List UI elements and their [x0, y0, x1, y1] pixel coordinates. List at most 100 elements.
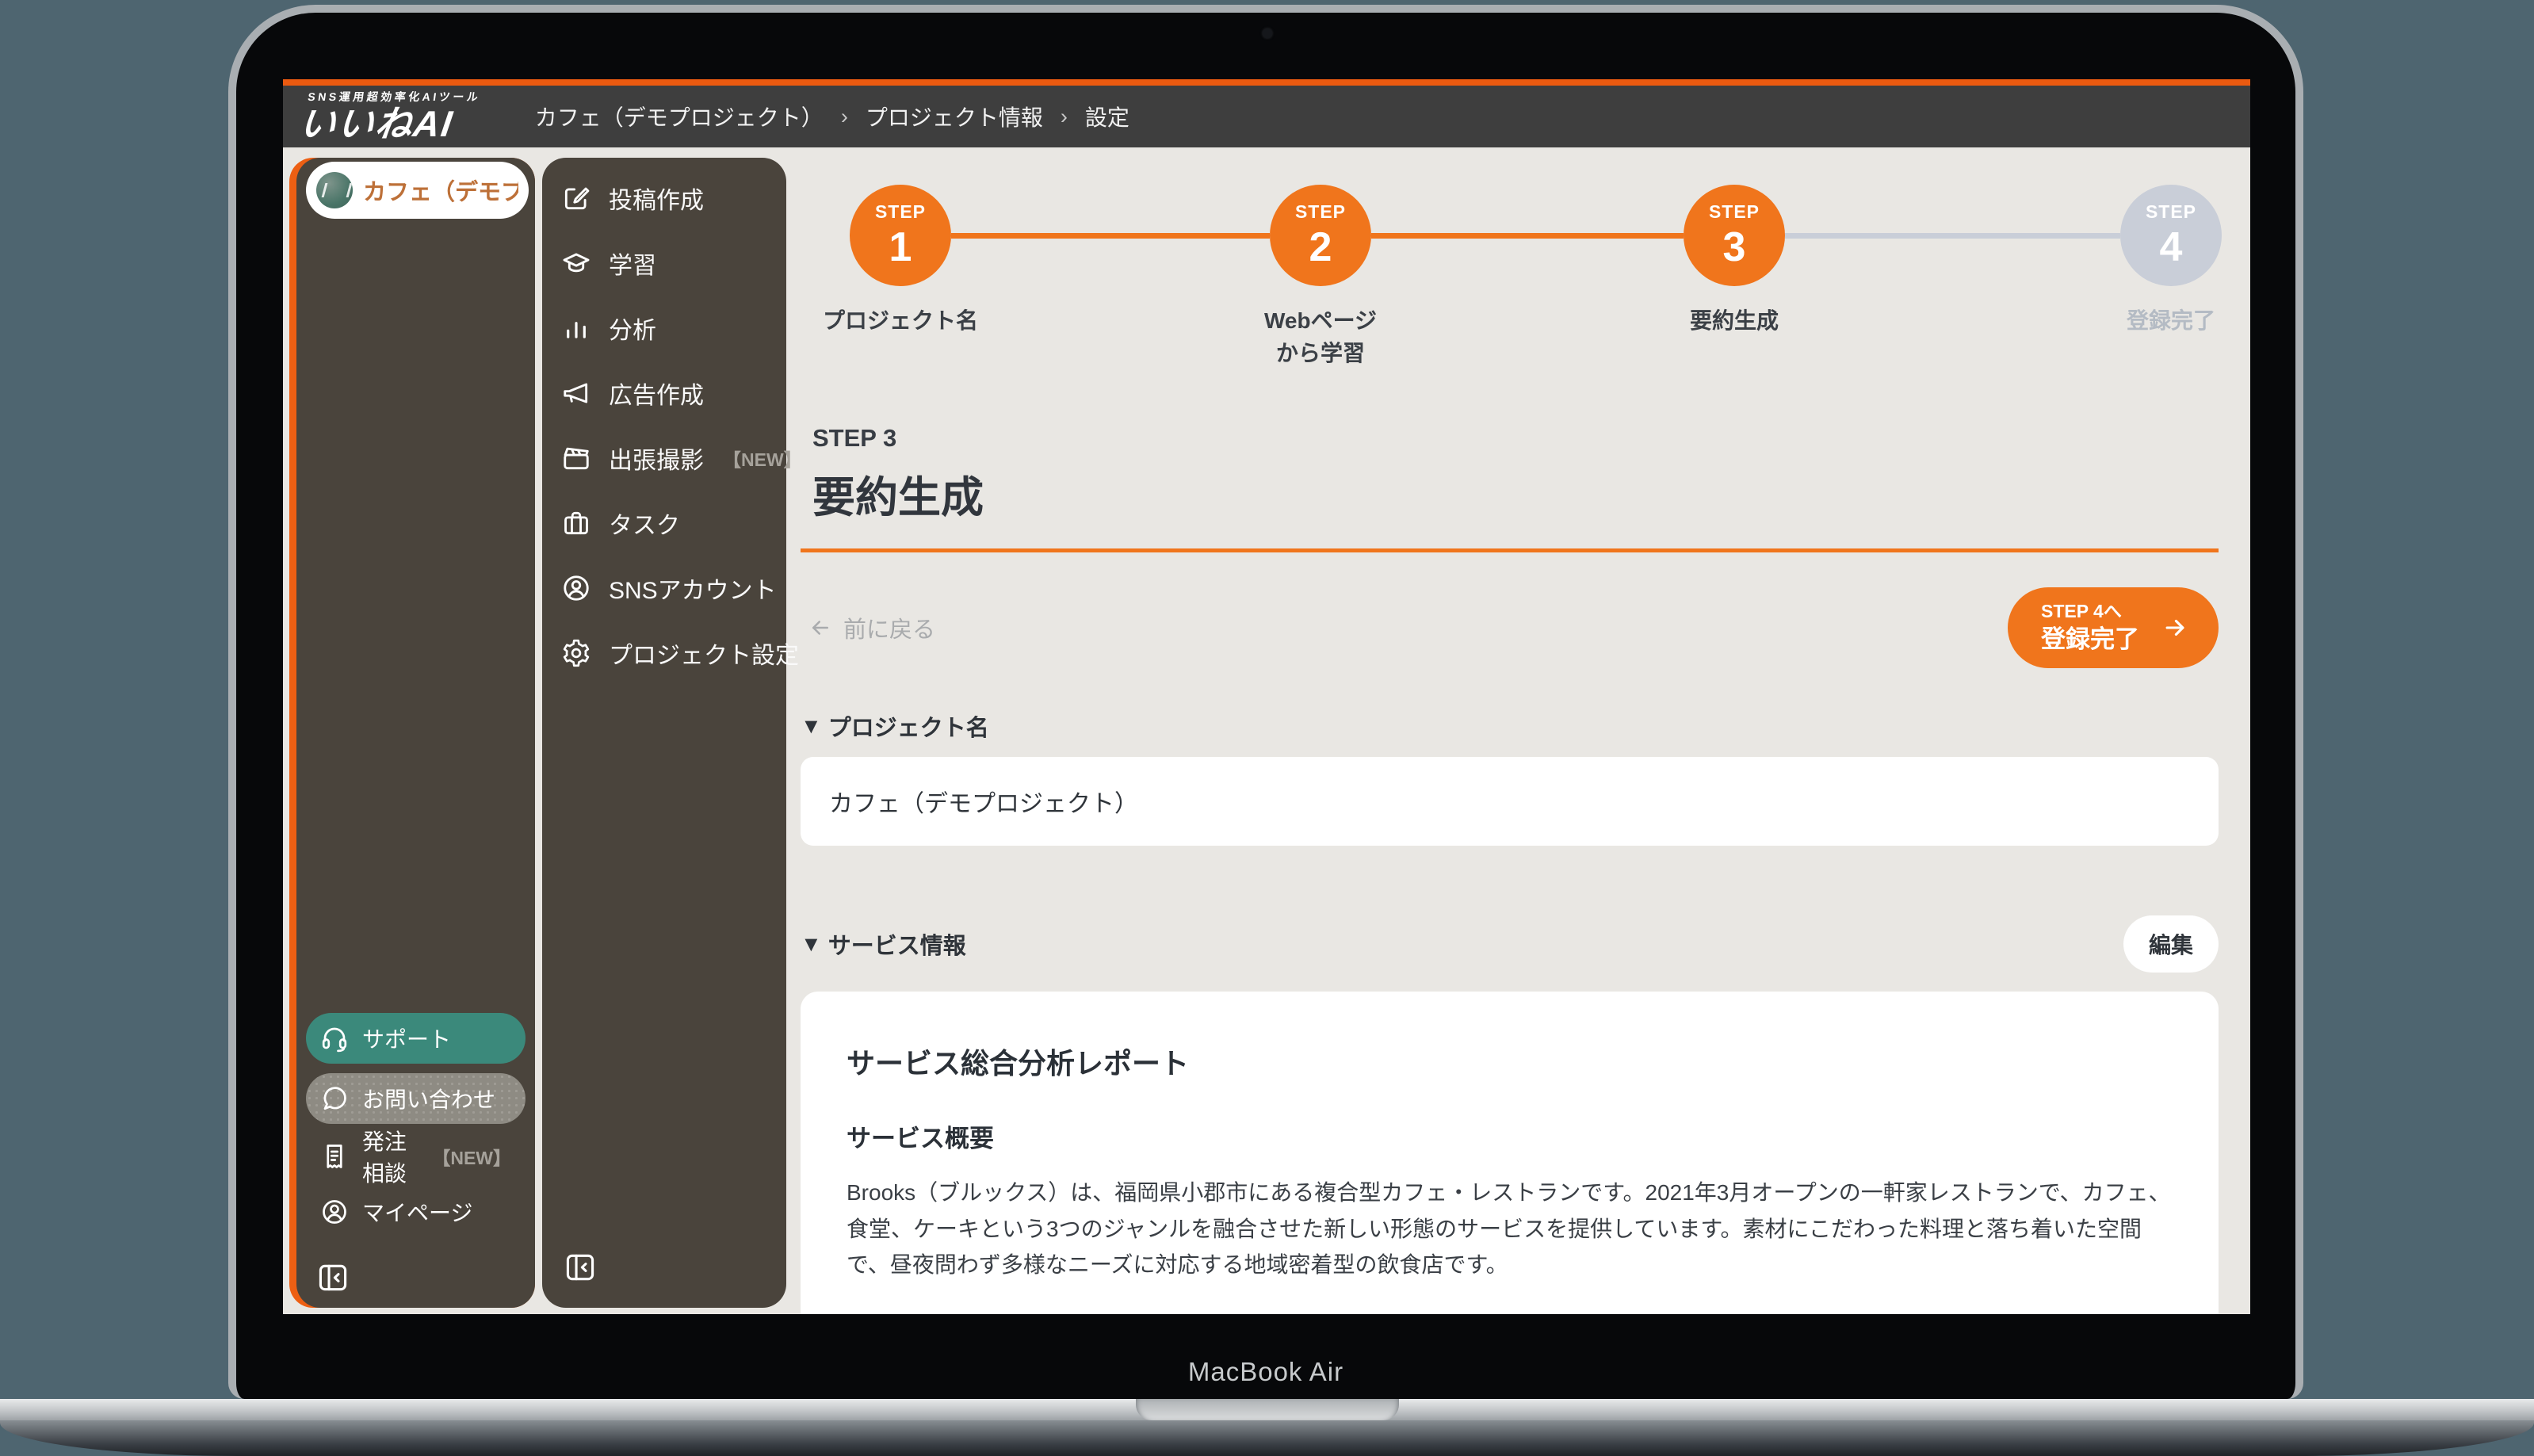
- menu-item-label: 広告作成: [609, 376, 704, 411]
- sidebar-item-label: お問い合わせ: [362, 1083, 495, 1114]
- project-name-input[interactable]: [801, 757, 2219, 846]
- step-circle: STEP 2: [1270, 185, 1371, 286]
- step-prefix: STEP: [875, 203, 926, 221]
- app-logo[interactable]: SNS運用超効率化AIツール いいねAI: [297, 91, 482, 142]
- megaphone-icon: [561, 378, 591, 408]
- chevron-right-icon: ›: [841, 105, 848, 129]
- step-indicator: STEP 1 プロジェクト名 STEP 2 Webページ から学習: [801, 185, 2219, 384]
- step-number: 2: [1309, 227, 1332, 268]
- service-info-label: ▼ サービス情報: [801, 927, 966, 961]
- webcam-dot: [1263, 29, 1272, 38]
- step-toolbar: 前に戻る STEP 4へ 登録完了: [801, 587, 2219, 668]
- panel-collapse-icon: [315, 1260, 350, 1295]
- step-1: STEP 1 プロジェクト名: [786, 185, 1027, 338]
- sidebar-item-mypage[interactable]: マイページ: [306, 1189, 526, 1235]
- step-prefix: STEP: [1709, 203, 1760, 221]
- step-number: 4: [2160, 227, 2183, 268]
- menu-item-create-post[interactable]: 投稿作成: [561, 166, 786, 231]
- next-step-line1: STEP 4へ: [2041, 600, 2122, 624]
- arrow-left-icon: [808, 616, 832, 640]
- next-step-button-text: STEP 4へ 登録完了: [2041, 600, 2139, 655]
- step-label: 登録完了: [2044, 305, 2250, 338]
- edit-icon: [561, 183, 591, 213]
- project-name-label-text: プロジェクト名: [828, 709, 989, 743]
- secondary-sidebar-collapse[interactable]: [563, 1250, 598, 1289]
- breadcrumb-project[interactable]: カフェ（デモプロジェクト）: [535, 101, 824, 132]
- menu-item-project-settings[interactable]: プロジェクト設定: [561, 621, 786, 686]
- main-content: STEP 1 プロジェクト名 STEP 2 Webページ から学習: [786, 147, 2250, 1314]
- step-circle: STEP 4: [2120, 185, 2222, 286]
- menu-item-analytics[interactable]: 分析: [561, 296, 786, 361]
- project-name-label: ▼ プロジェクト名: [801, 709, 2219, 743]
- menu-item-label: 学習: [609, 246, 656, 281]
- section-heading: STEP 3 要約生成: [812, 424, 2219, 525]
- menu-item-label: 出張撮影: [609, 441, 704, 476]
- chevron-right-icon: ›: [1061, 105, 1068, 129]
- sidebar-item-support[interactable]: サポート: [306, 1013, 526, 1064]
- step-label: 要約生成: [1607, 305, 1861, 338]
- sidebar-item-label: サポート: [362, 1022, 451, 1054]
- step-label: Webページ から学習: [1194, 305, 1447, 369]
- briefcase-icon: [561, 508, 591, 538]
- next-step-button[interactable]: STEP 4へ 登録完了: [2008, 587, 2219, 668]
- primary-sidebar-collapse[interactable]: [306, 1260, 526, 1295]
- panel-collapse-icon: [563, 1250, 598, 1285]
- step-circle: STEP 1: [850, 185, 951, 286]
- step-3: STEP 3 要約生成: [1607, 185, 1861, 338]
- step-prefix: STEP: [1295, 203, 1346, 221]
- receipt-icon: [320, 1142, 349, 1171]
- triangle-marker-icon: ▼: [801, 714, 822, 739]
- breadcrumb-project-info[interactable]: プロジェクト情報: [866, 101, 1043, 132]
- step-4: STEP 4 登録完了: [2044, 185, 2250, 338]
- section-step-label: STEP 3: [812, 424, 2219, 453]
- menu-item-tasks[interactable]: タスク: [561, 491, 786, 556]
- menu-item-label: 分析: [609, 311, 656, 346]
- menu-item-create-ad[interactable]: 広告作成: [561, 361, 786, 426]
- back-link-label: 前に戻る: [843, 611, 935, 644]
- logo-title: いいねAI: [297, 105, 480, 142]
- project-selector-label: カフェ（デモプ…: [363, 174, 518, 207]
- step-prefix: STEP: [2146, 203, 2196, 221]
- app-header: SNS運用超効率化AIツール いいねAI カフェ（デモプロジェクト） › プロジ…: [283, 79, 2250, 147]
- step-number: 3: [1723, 227, 1746, 268]
- secondary-sidebar: 投稿作成 学習 分析: [542, 158, 786, 1308]
- user-circle-icon: [320, 1198, 349, 1226]
- logo-tagline: SNS運用超効率化AIツール: [308, 91, 482, 102]
- primary-sidebar: カフェ（デモプ… サポート お問い合わせ: [296, 158, 535, 1308]
- laptop-base-notch: [1136, 1399, 1399, 1420]
- project-avatar: [316, 172, 353, 208]
- service-info-row: ▼ サービス情報 編集: [801, 915, 2219, 973]
- user-circle-icon: [561, 573, 591, 603]
- triangle-marker-icon: ▼: [801, 932, 822, 957]
- breadcrumb-settings[interactable]: 設定: [1085, 101, 1129, 132]
- laptop-base-bottom: [0, 1420, 2534, 1456]
- app-viewport: SNS運用超効率化AIツール いいねAI カフェ（デモプロジェクト） › プロジ…: [283, 79, 2250, 1314]
- primary-sidebar-footer: サポート お問い合わせ 発注相談 【NEW】: [306, 1013, 526, 1295]
- menu-item-label: プロジェクト設定: [609, 636, 799, 671]
- service-info-label-text: サービス情報: [828, 927, 966, 961]
- sidebar-item-order-consult[interactable]: 発注相談 【NEW】: [306, 1133, 526, 1179]
- arrow-right-icon: [2161, 614, 2188, 641]
- menu-item-label: SNSアカウント: [609, 571, 777, 606]
- menu-item-sns-accounts[interactable]: SNSアカウント: [561, 556, 786, 621]
- feature-menu: 投稿作成 学習 分析: [542, 158, 786, 686]
- sidebar-item-label: 発注相談: [362, 1125, 417, 1188]
- step-circle: STEP 3: [1684, 185, 1785, 286]
- step-label: プロジェクト名: [786, 305, 1027, 338]
- chat-bubble-icon: [320, 1084, 349, 1113]
- primary-sidebar-accent: カフェ（デモプ… サポート お問い合わせ: [289, 158, 535, 1308]
- sidebar-item-label: マイページ: [362, 1196, 472, 1228]
- report-overview-heading: サービス概要: [847, 1118, 2173, 1154]
- menu-item-learning[interactable]: 学習: [561, 231, 786, 296]
- back-link[interactable]: 前に戻る: [808, 611, 935, 644]
- bar-chart-icon: [561, 313, 591, 343]
- headset-icon: [320, 1024, 349, 1053]
- clapperboard-icon: [561, 443, 591, 473]
- page-title: 要約生成: [812, 462, 2219, 525]
- menu-item-photo-shoot[interactable]: 出張撮影 【NEW】: [561, 426, 786, 491]
- edit-button[interactable]: 編集: [2123, 915, 2219, 973]
- next-step-line2: 登録完了: [2041, 624, 2139, 655]
- graduation-cap-icon: [561, 248, 591, 278]
- sidebar-item-contact[interactable]: お問い合わせ: [306, 1073, 526, 1124]
- project-selector[interactable]: カフェ（デモプ…: [306, 162, 529, 219]
